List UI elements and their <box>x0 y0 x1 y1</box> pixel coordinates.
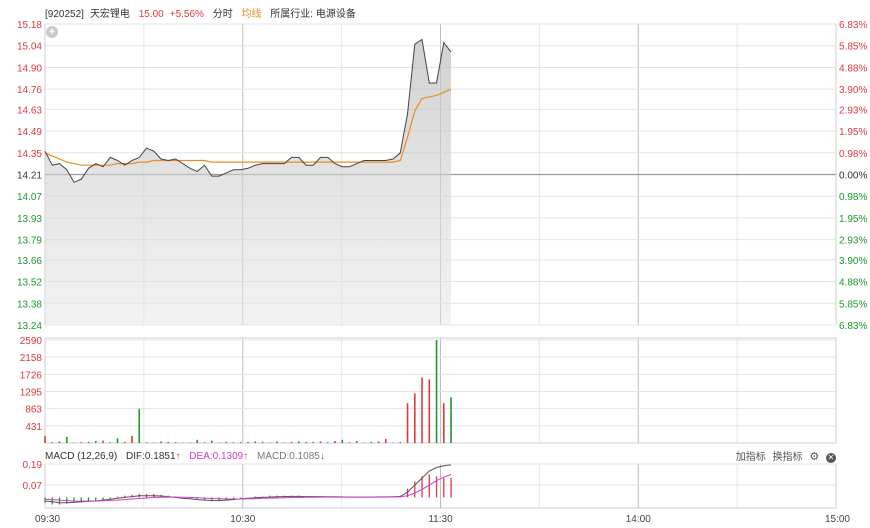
price-axis-tick: 13.93 <box>17 214 42 225</box>
price-axis-tick: 15.18 <box>17 20 42 31</box>
chart-stage: [920252] 天宏锂电 15.00 +5.56% 分时 均线 所属行业: 电源设… <box>0 0 870 528</box>
time-axis-tick: 11:30 <box>428 514 453 525</box>
price-axis-tick: 14.21 <box>17 171 42 182</box>
average-price-line <box>44 88 452 166</box>
volume-axis-tick: 2158 <box>20 353 43 364</box>
intraday-chart-svg: 15.18 6.83% 15.04 5.85% 14.90 4.88% 14.76 3.90%… <box>17 20 867 525</box>
percent-axis-tick: 0.98% <box>839 149 867 160</box>
volume-axis-tick: 2590 <box>20 336 43 347</box>
price-axis-tick: 14.76 <box>17 85 42 96</box>
percent-axis-tick: 5.85% <box>839 299 867 310</box>
volume-axis-tick: 431 <box>25 422 42 433</box>
time-axis-tick: 09:30 <box>35 514 60 525</box>
percent-axis-tick: 6.83% <box>839 20 867 31</box>
volume-axis-tick: 863 <box>25 405 42 416</box>
price-area <box>45 39 451 325</box>
gear-icon[interactable]: ⚙ <box>809 451 819 463</box>
dea-line <box>44 473 452 502</box>
volume-axis-tick: 1295 <box>20 388 43 399</box>
price-axis-tick: 14.07 <box>17 192 42 203</box>
time-axis-tick: 10:30 <box>230 514 255 525</box>
indicator-toolbar: 加指标 换指标 ⚙ ✕ <box>732 450 836 464</box>
macd-title: MACD (12,26,9) <box>45 451 118 462</box>
dea-value: DEA:0.1309↑ <box>189 451 248 462</box>
macd-arrow-icon: ↓ <box>319 451 325 462</box>
price-axis-tick: 14.35 <box>17 149 42 160</box>
percent-axis-tick: 4.88% <box>839 278 867 289</box>
percent-axis-tick: 0.00% <box>839 171 867 182</box>
dif-value: DIF:0.1851↑ <box>126 451 180 462</box>
dea-text: DEA:0.1309 <box>189 451 244 462</box>
dif-text: DIF:0.1851 <box>126 451 176 462</box>
price-axis-tick: 14.49 <box>17 127 42 138</box>
macd-header: MACD (12,26,9) DIF:0.1851↑ DEA:0.1309↑ M… <box>45 450 331 464</box>
percent-axis-tick: 2.93% <box>839 236 867 247</box>
volume-axis-tick: 1726 <box>20 370 43 381</box>
dea-arrow-icon: ↑ <box>243 451 249 462</box>
macd-text: MACD:0.1085 <box>257 451 320 462</box>
percent-axis-tick: 6.83% <box>839 321 867 332</box>
price-axis-tick: 13.38 <box>17 299 42 310</box>
macd-axis-tick: 0.07 <box>23 481 43 492</box>
percent-axis-tick: 3.90% <box>839 85 867 96</box>
percent-axis-tick: 0.98% <box>839 192 867 203</box>
switch-indicator-button[interactable]: 换指标 <box>773 452 803 463</box>
percent-axis-tick: 4.88% <box>839 63 867 74</box>
macd-value: MACD:0.1085↓ <box>257 451 325 462</box>
percent-axis-tick: 3.90% <box>839 256 867 267</box>
macd-axis-tick: 0.19 <box>23 460 43 471</box>
dif-arrow-icon: ↑ <box>175 451 181 462</box>
price-axis-tick: 15.04 <box>17 42 42 53</box>
price-axis-tick: 13.52 <box>17 278 42 289</box>
add-indicator-button[interactable]: 加指标 <box>736 452 766 463</box>
time-axis-tick: 14:00 <box>626 514 651 525</box>
price-axis-tick: 13.66 <box>17 256 42 267</box>
price-axis-tick: 14.63 <box>17 105 42 116</box>
price-axis-tick: 13.79 <box>17 236 42 247</box>
price-axis-tick: 14.90 <box>17 63 42 74</box>
percent-axis-tick: 1.95% <box>839 127 867 138</box>
time-axis-tick: 15:00 <box>825 514 850 525</box>
percent-axis-tick: 5.85% <box>839 42 867 53</box>
close-icon[interactable]: ✕ <box>826 453 836 463</box>
percent-axis-tick: 1.95% <box>839 214 867 225</box>
percent-axis-tick: 2.93% <box>839 105 867 116</box>
price-axis-tick: 13.24 <box>17 321 42 332</box>
